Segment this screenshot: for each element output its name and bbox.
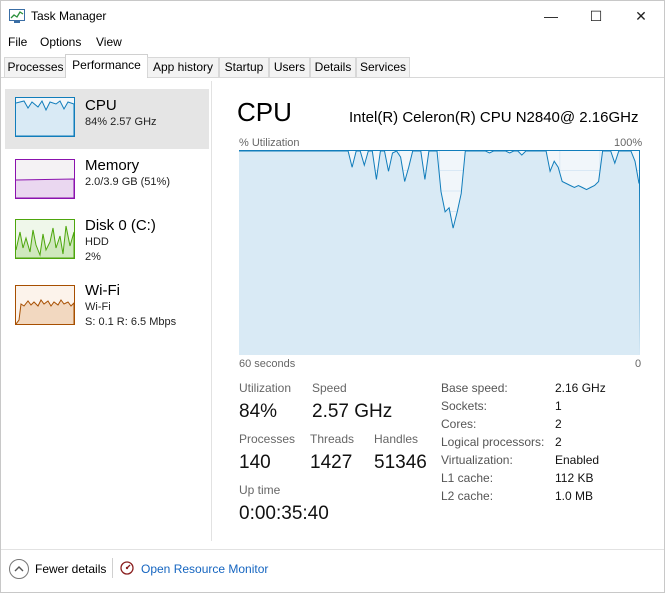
speed-label: Speed — [312, 381, 347, 395]
close-icon: ✕ — [635, 7, 647, 24]
sidebar-item-memory[interactable]: Memory 2.0/3.9 GB (51%) — [5, 151, 209, 211]
utilization-value: 84% — [239, 401, 278, 422]
utilization-max-label: 100% — [614, 137, 643, 149]
spec-l1-cache-value: 112 KB — [555, 471, 594, 485]
spec-virtualization-label: Virtualization: — [441, 453, 513, 467]
tab-processes[interactable]: Processes — [4, 57, 67, 77]
sidebar-item-cpu[interactable]: CPU 84% 2.57 GHz — [5, 89, 209, 149]
minimize-button[interactable]: — — [530, 1, 572, 31]
threads-value: 1427 — [310, 452, 353, 473]
sidebar-item-disk[interactable]: Disk 0 (C:) HDD 2% — [5, 213, 209, 273]
spec-sockets-value: 1 — [555, 399, 562, 413]
utilization-axis-label: % Utilization — [239, 137, 300, 149]
spec-cores-label: Cores: — [441, 417, 477, 431]
spec-cores-value: 2 — [555, 417, 562, 431]
menu-options[interactable]: Options — [40, 35, 81, 49]
sidebar-item-wifi[interactable]: Wi-Fi Wi-Fi S: 0.1 R: 6.5 Mbps — [5, 277, 209, 337]
sidebar-disk-type: HDD — [85, 236, 109, 248]
fewer-details-label: Fewer details — [35, 562, 107, 576]
spec-logical-processors-label: Logical processors: — [441, 435, 545, 449]
tab-services[interactable]: Services — [356, 57, 410, 77]
spec-l2-cache-value: 1.0 MB — [555, 489, 594, 503]
resource-sidebar: CPU 84% 2.57 GHz Memory 2.0/3.9 GB (51%)… — [1, 81, 212, 541]
speed-value: 2.57 GHz — [312, 401, 393, 422]
sidebar-cpu-detail: 84% 2.57 GHz — [85, 116, 157, 128]
spec-virtualization-value: Enabled — [555, 453, 600, 467]
sidebar-wifi-throughput: S: 0.1 R: 6.5 Mbps — [85, 316, 177, 328]
tab-startup[interactable]: Startup — [219, 57, 269, 77]
spec-base-speed-label: Base speed: — [441, 381, 508, 395]
menu-file[interactable]: File — [8, 35, 27, 49]
close-button[interactable]: ✕ — [620, 1, 662, 31]
handles-label: Handles — [374, 432, 419, 446]
maximize-button[interactable]: ☐ — [575, 1, 617, 31]
open-resource-monitor-label: Open Resource Monitor — [141, 562, 269, 576]
page-title: CPU — [237, 97, 292, 127]
menu-view[interactable]: View — [96, 35, 122, 49]
task-manager-window: Task Manager — ☐ ✕ File Options View Pro… — [0, 0, 665, 593]
sidebar-wifi-label: Wi-Fi — [85, 282, 120, 299]
handles-value: 51346 — [374, 452, 427, 473]
cpu-utilization-graph — [239, 150, 640, 355]
processes-value: 140 — [239, 452, 271, 473]
tab-performance[interactable]: Performance — [65, 54, 148, 78]
task-manager-icon — [9, 9, 25, 23]
footer-bar: Fewer details Open Resource Monitor — [1, 549, 664, 590]
spec-base-speed-value: 2.16 GHz — [555, 381, 606, 395]
window-title: Task Manager — [31, 9, 107, 23]
spec-logical-processors-value: 2 — [555, 435, 562, 449]
processes-label: Processes — [239, 432, 296, 446]
tab-bar: Processes Performance App history Startu… — [1, 54, 664, 78]
maximize-icon: ☐ — [589, 7, 603, 24]
tab-app-history[interactable]: App history — [147, 57, 219, 77]
spec-l1-cache-label: L1 cache: — [441, 471, 494, 485]
sidebar-memory-detail: 2.0/3.9 GB (51%) — [85, 176, 170, 188]
wifi-thumbnail-graph — [15, 285, 75, 325]
minimize-icon: — — [544, 8, 558, 24]
sidebar-wifi-adapter: Wi-Fi — [85, 301, 111, 313]
utilization-label: Utilization — [239, 381, 292, 395]
disk-thumbnail-graph — [15, 219, 75, 259]
sidebar-disk-label: Disk 0 (C:) — [85, 217, 156, 234]
tab-users[interactable]: Users — [269, 57, 310, 77]
sidebar-cpu-label: CPU — [85, 97, 117, 114]
chevron-up-icon — [9, 559, 29, 579]
cpu-model-name: Intel(R) Celeron(R) CPU N2840@ 2.16GHz — [349, 109, 639, 126]
threads-label: Threads — [310, 432, 355, 446]
uptime-label: Up time — [239, 483, 281, 497]
cpu-thumbnail-graph — [15, 97, 75, 137]
time-axis-end: 0 — [635, 358, 642, 370]
time-axis-start: 60 seconds — [239, 358, 296, 370]
uptime-value: 0:00:35:40 — [239, 503, 329, 524]
footer-divider — [112, 558, 113, 578]
sidebar-memory-label: Memory — [85, 157, 140, 174]
memory-thumbnail-graph — [15, 159, 75, 199]
sidebar-disk-usage: 2% — [85, 251, 101, 263]
spec-l2-cache-label: L2 cache: — [441, 489, 494, 503]
spec-sockets-label: Sockets: — [441, 399, 488, 413]
resource-monitor-icon — [120, 561, 134, 575]
title-bar[interactable]: Task Manager — ☐ ✕ — [1, 1, 664, 31]
tab-details[interactable]: Details — [310, 57, 356, 77]
